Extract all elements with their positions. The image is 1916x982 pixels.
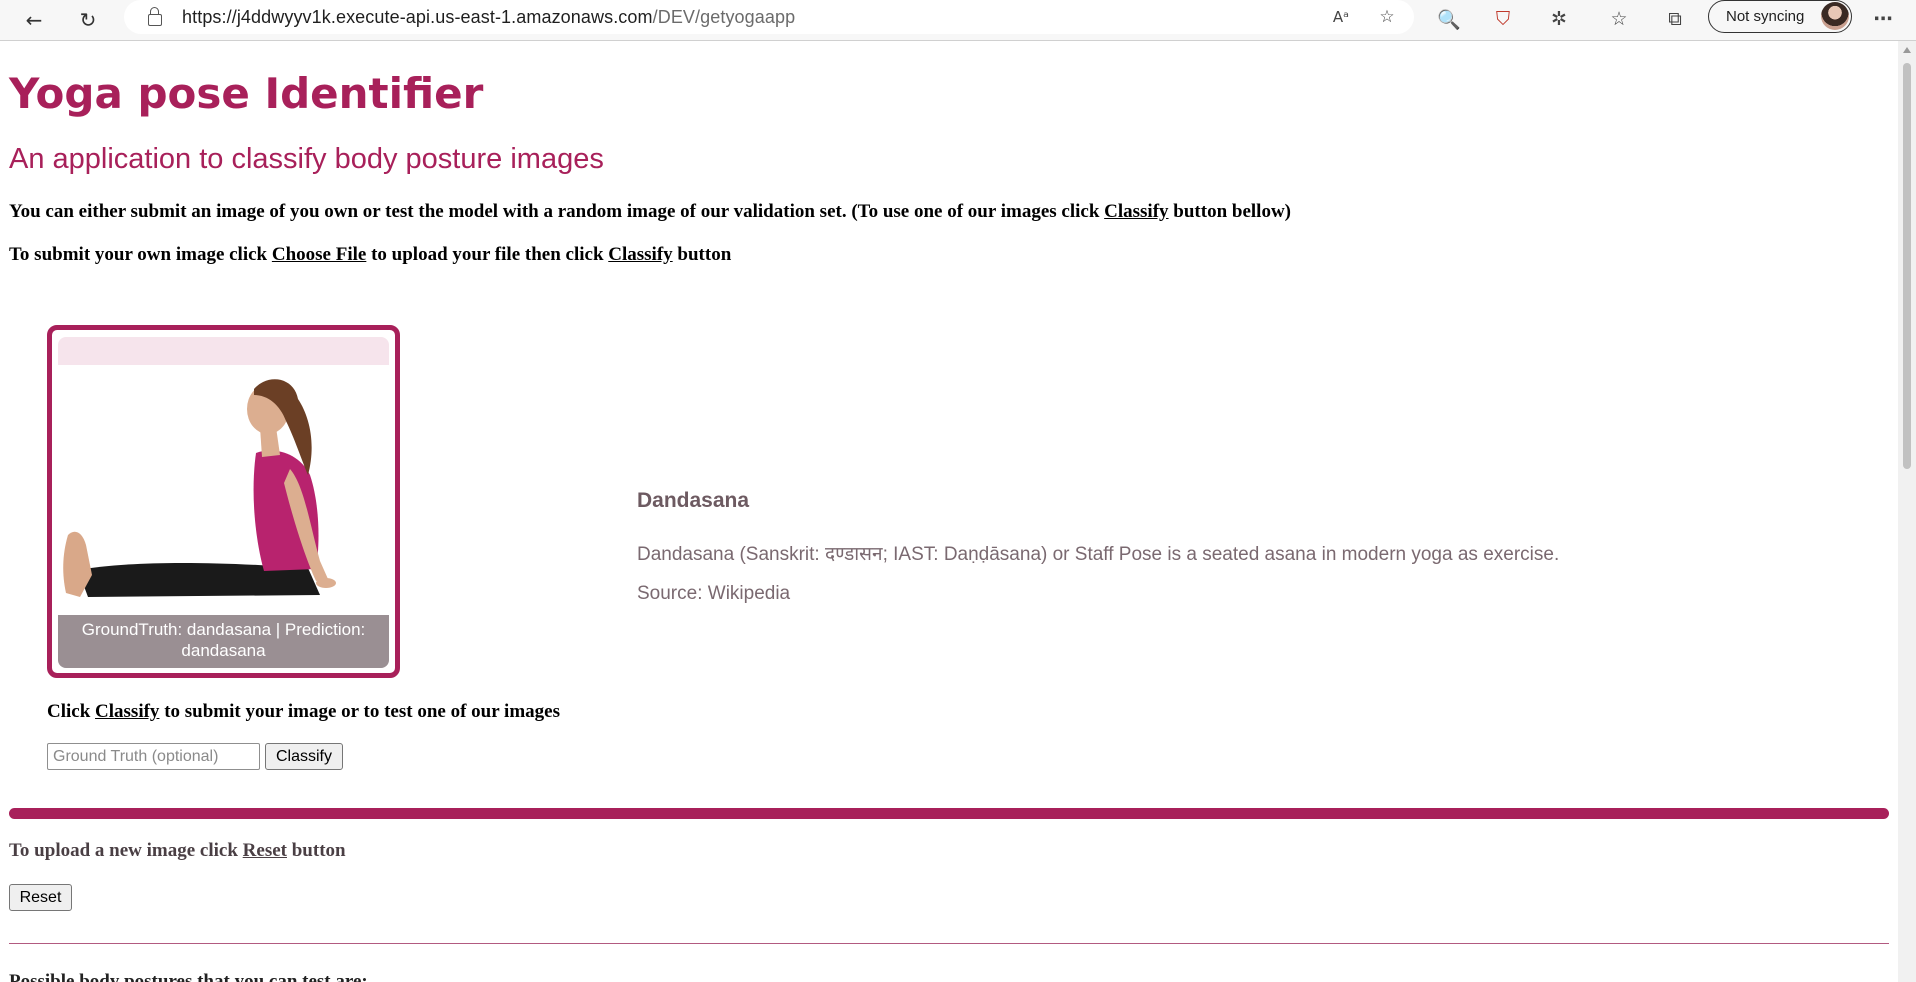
page-subtitle: An application to classify body posture … <box>9 143 604 175</box>
url-text: https://j4ddwyyv1k.execute-api.us-east-1… <box>182 7 795 28</box>
url-path: /DEV/getyogaapp <box>652 6 796 27</box>
ground-truth-input[interactable] <box>47 743 260 770</box>
read-aloud-icon[interactable]: Aᵃ <box>1328 4 1354 30</box>
instruction-text: to upload your file then click <box>366 244 609 265</box>
address-bar[interactable]: https://j4ddwyyv1k.execute-api.us-east-1… <box>124 0 1414 34</box>
dandasana-pose-illustration <box>58 365 389 615</box>
browser-toolbar: ← ↻ https://j4ddwyyv1k.execute-api.us-ea… <box>0 0 1916 41</box>
add-favorite-icon[interactable]: ☆ <box>1374 4 1400 30</box>
extension-search-icon[interactable]: 🔍 <box>1434 4 1464 34</box>
card-header-band <box>58 337 389 365</box>
back-icon[interactable]: ← <box>20 6 48 34</box>
page-title: Yoga pose Identifier <box>9 69 484 118</box>
avatar <box>1821 2 1849 30</box>
instruction-text: button <box>672 244 732 265</box>
section-divider-thin <box>9 943 1889 944</box>
reset-instruction: To upload a new image click Reset button <box>9 840 346 862</box>
yoga-pose-image <box>58 365 389 615</box>
extensions-icon[interactable]: ✲ <box>1544 4 1574 34</box>
classify-link: Classify <box>608 244 673 265</box>
instruction-text: to submit your image or to test one of o… <box>159 701 560 722</box>
instruction-text: To submit your own image click <box>9 244 272 265</box>
favorites-icon[interactable]: ☆ <box>1604 4 1634 34</box>
instruction-text: button bellow) <box>1168 201 1292 222</box>
pose-source: Source: Wikipedia <box>637 583 791 604</box>
profile-sync-button[interactable]: Not syncing <box>1708 0 1852 33</box>
pose-description: Dandasana (Sanskrit: दण्डासन; IAST: Daṇḍ… <box>637 544 1560 565</box>
collections-icon[interactable]: ⧉ <box>1660 4 1690 34</box>
classify-instruction: Click Classify to submit your image or t… <box>47 701 560 723</box>
instruction-text: Click <box>47 701 96 722</box>
possible-postures-heading: Possible body postures that you can test… <box>9 971 368 982</box>
instruction-random-image: You can either submit an image of you ow… <box>9 201 1291 223</box>
classify-link: Classify <box>95 701 160 722</box>
scroll-up-icon[interactable] <box>1903 47 1911 53</box>
instruction-own-image: To submit your own image click Choose Fi… <box>9 244 731 266</box>
instruction-text: To upload a new image click <box>9 840 243 861</box>
refresh-icon[interactable]: ↻ <box>74 6 102 34</box>
prediction-caption: GroundTruth: dandasana | Prediction: dan… <box>58 615 389 668</box>
section-divider <box>9 808 1889 819</box>
classify-link: Classify <box>1104 201 1169 222</box>
image-card: GroundTruth: dandasana | Prediction: dan… <box>47 325 400 678</box>
choose-file-link: Choose File <box>271 244 367 265</box>
pose-name: Dandasana <box>637 489 750 512</box>
extension-shield-icon[interactable]: ⛉ <box>1488 4 1518 34</box>
sync-label: Not syncing <box>1726 8 1805 25</box>
page-content: Yoga pose Identifier An application to c… <box>0 41 1898 982</box>
reset-button[interactable]: Reset <box>9 884 72 911</box>
reset-link: Reset <box>242 840 287 861</box>
more-menu-icon[interactable]: ⋯ <box>1868 4 1898 34</box>
lock-icon <box>148 7 162 26</box>
instruction-text: You can either submit an image of you ow… <box>9 201 1105 222</box>
instruction-text: button <box>286 840 346 861</box>
page-scrollbar[interactable] <box>1898 41 1916 982</box>
scrollbar-thumb[interactable] <box>1903 63 1911 469</box>
url-host: https://j4ddwyyv1k.execute-api.us-east-1… <box>182 6 653 27</box>
classify-button[interactable]: Classify <box>265 743 343 770</box>
